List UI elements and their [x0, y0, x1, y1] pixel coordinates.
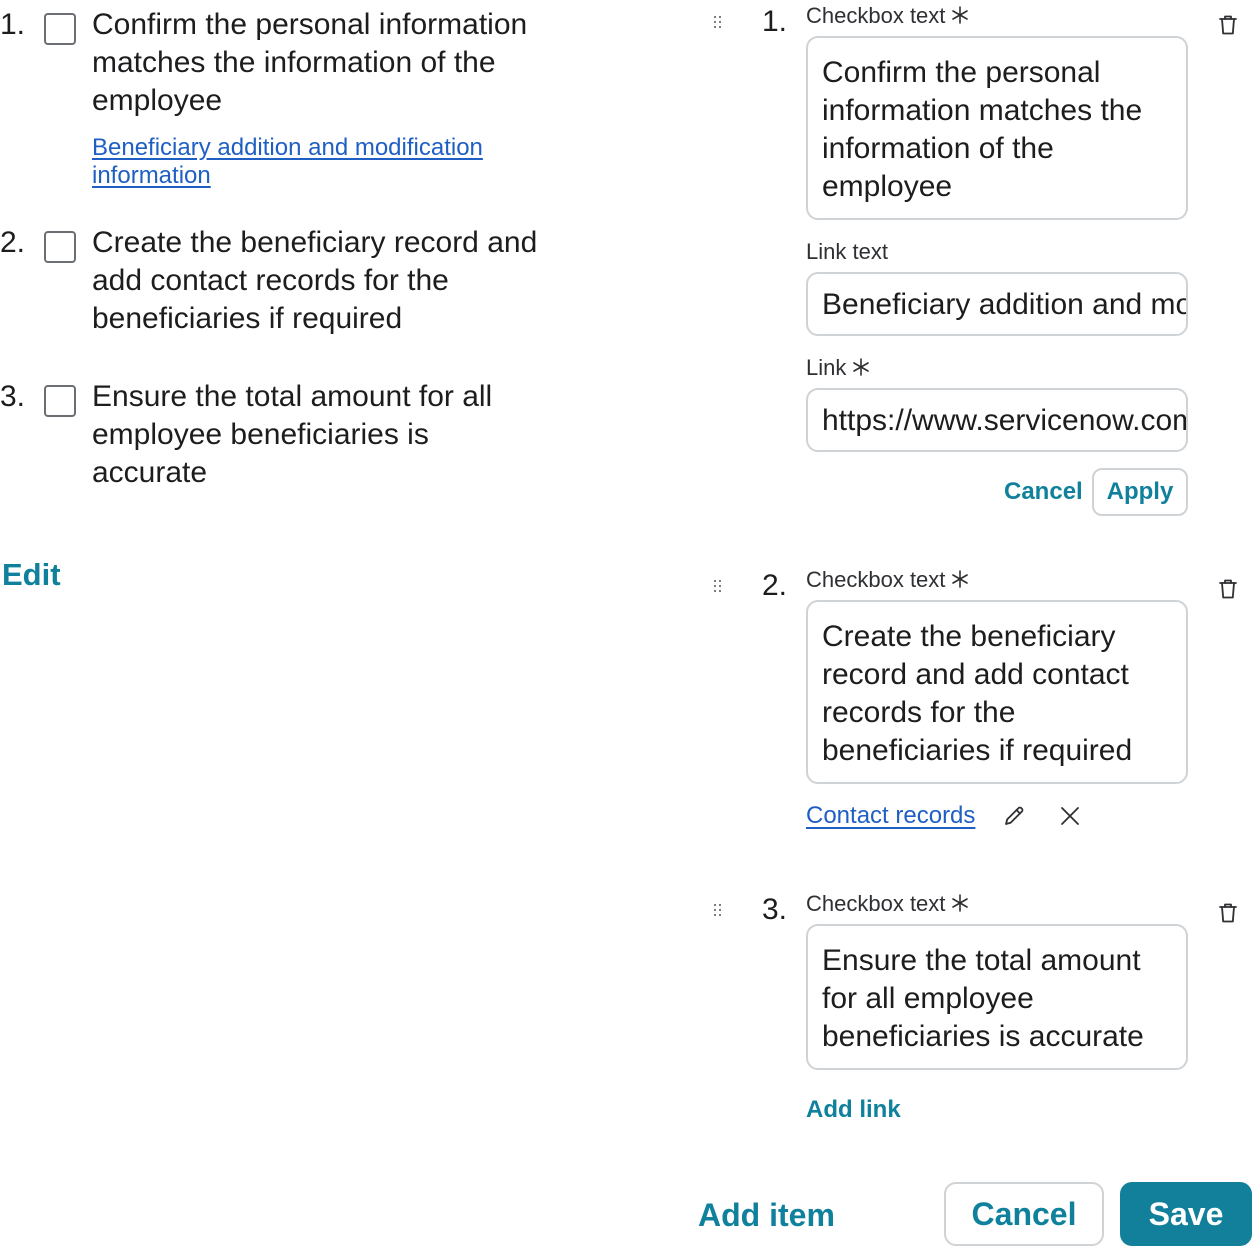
editor-item-2: 2. Checkbox text Create the beneficiary …	[700, 564, 1252, 854]
save-button[interactable]: Save	[1120, 1182, 1252, 1246]
link-text-field[interactable]: Beneficiary addition and modification in…	[806, 272, 1188, 336]
drag-handle-icon[interactable]	[714, 580, 724, 596]
preview-item-3: 3. Ensure the total amount for all emplo…	[0, 378, 560, 498]
close-icon[interactable]	[1058, 804, 1082, 828]
preview-checkbox[interactable]	[44, 385, 76, 417]
checkbox-text-field[interactable]: Create the beneficiary record and add co…	[806, 600, 1188, 784]
link-text-label: Link text	[806, 239, 888, 264]
checkbox-text-label-text: Checkbox text	[806, 3, 946, 28]
checkbox-text-label-text: Checkbox text	[806, 567, 946, 592]
contact-records-link[interactable]: Contact records	[806, 802, 975, 830]
cancel-button[interactable]: Cancel	[944, 1182, 1104, 1246]
add-link-button[interactable]: Add link	[806, 1096, 901, 1124]
checkbox-text-label: Checkbox text	[806, 890, 969, 918]
checkbox-text-label: Checkbox text	[806, 566, 969, 594]
preview-item-number: 1.	[0, 8, 26, 41]
preview-item-number: 3.	[0, 380, 26, 413]
preview-checkbox[interactable]	[44, 231, 76, 263]
add-item-button[interactable]: Add item	[698, 1193, 835, 1237]
link-label-text: Link	[806, 355, 847, 380]
pencil-icon[interactable]	[1002, 804, 1026, 828]
trash-icon[interactable]	[1218, 902, 1238, 924]
required-asterisk-icon	[952, 894, 969, 912]
editor-item-3: 3. Checkbox text Ensure the total amount…	[700, 888, 1252, 1128]
link-apply-button[interactable]: Apply	[1092, 468, 1188, 516]
checkbox-text-label-text: Checkbox text	[806, 891, 946, 916]
preview-item-number: 2.	[0, 226, 26, 259]
editor-item-number: 2.	[762, 569, 788, 602]
preview-item-link[interactable]: Beneficiary addition and modification in…	[92, 134, 512, 190]
preview-item-text: Ensure the total amount for all employee…	[92, 380, 493, 489]
trash-icon[interactable]	[1218, 14, 1238, 36]
required-asterisk-icon	[952, 6, 969, 24]
link-url-field[interactable]: https://www.servicenow.com	[806, 388, 1188, 452]
preview-item-text: Confirm the personal information matches…	[92, 8, 528, 117]
required-asterisk-icon	[853, 358, 870, 376]
preview-item-text: Create the beneficiary record and add co…	[92, 226, 538, 335]
trash-icon[interactable]	[1218, 578, 1238, 600]
checkbox-text-field[interactable]: Ensure the total amount for all employee…	[806, 924, 1188, 1070]
editor-item-number: 3.	[762, 893, 788, 926]
editor-item-number: 1.	[762, 5, 788, 38]
checkbox-text-label: Checkbox text	[806, 2, 969, 30]
drag-handle-icon[interactable]	[714, 16, 724, 32]
checkbox-text-field[interactable]: Confirm the personal information matches…	[806, 36, 1188, 220]
link-cancel-button[interactable]: Cancel	[1004, 478, 1083, 506]
preview-checkbox[interactable]	[44, 13, 76, 45]
editor-item-1: 1. Checkbox text Confirm the personal in…	[700, 0, 1252, 520]
edit-button[interactable]: Edit	[2, 556, 61, 594]
required-asterisk-icon	[952, 570, 969, 588]
preview-item-2: 2. Create the beneficiary record and add…	[0, 224, 560, 344]
preview-item-1: 1. Confirm the personal information matc…	[0, 6, 560, 196]
drag-handle-icon[interactable]	[714, 904, 724, 920]
link-label: Link	[806, 354, 870, 382]
